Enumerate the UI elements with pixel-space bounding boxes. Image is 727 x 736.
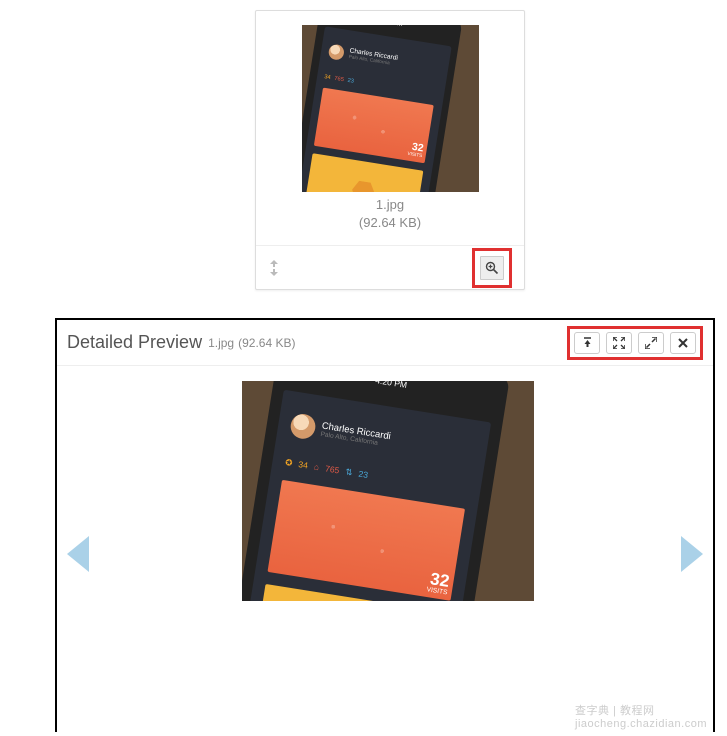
preview-header: Detailed Preview 1.jpg (92.64 KB) — [57, 320, 713, 366]
badge-icon-1: ✪ — [284, 457, 295, 469]
phone-screen: Charles Riccardi Palo Alto, California 3… — [302, 26, 451, 192]
preview-filesize: (92.64 KB) — [238, 336, 295, 350]
zoom-button[interactable] — [480, 256, 504, 280]
badge-2: 765 — [324, 464, 340, 477]
preview-title: Detailed Preview — [67, 332, 202, 353]
thumbnail-footer — [256, 245, 524, 289]
avatar — [289, 413, 317, 441]
preview-toolbar-highlight — [567, 326, 703, 360]
visits-label: VISITS — [406, 152, 422, 159]
phone-time: 4:20 PM — [377, 25, 403, 27]
phone-map-banner: 32 VISITS — [268, 480, 465, 600]
badge-icon-3: ⇅ — [342, 467, 355, 479]
watermark-line1: 查字典 | 教程网 — [575, 702, 707, 718]
badge-icon-2: ⌂ — [311, 462, 322, 474]
thumbnail-caption: 1.jpg (92.64 KB) — [256, 196, 524, 232]
fullscreen-icon — [613, 337, 625, 349]
watermark: 查字典 | 教程网 jiaocheng.chazidian.com — [575, 702, 707, 730]
phone-screen: Charles Riccardi Palo Alto, California ✪… — [242, 390, 491, 601]
badge-3: 23 — [358, 469, 369, 481]
visits-count: 32 — [427, 570, 450, 590]
zoom-button-highlight — [472, 248, 512, 288]
badge-1: 34 — [323, 74, 330, 81]
phone-map-banner: 32 VISITS — [313, 87, 434, 163]
prev-arrow[interactable] — [67, 536, 89, 572]
thumbnail-image-wrap: 4:20 PM Charles Riccardi Palo Alto, Cali… — [256, 11, 524, 196]
thumbnail-card: 4:20 PM Charles Riccardi Palo Alto, Cali… — [255, 10, 525, 290]
phone-mock-large: 4:20 PM Charles Riccardi Palo Alto, Cali… — [242, 381, 510, 601]
close-icon — [678, 338, 688, 348]
avatar — [327, 43, 344, 60]
badge-3: 23 — [347, 78, 354, 85]
preview-body: 4:20 PM Charles Riccardi Palo Alto, Cali… — [57, 366, 713, 732]
phone-mock-small: 4:20 PM Charles Riccardi Palo Alto, Cali… — [302, 25, 463, 192]
phone-time: 4:20 PM — [375, 381, 408, 390]
hex-icon — [350, 180, 376, 192]
preview-panel: Detailed Preview 1.jpg (92.64 KB) — [55, 318, 715, 732]
borderless-button[interactable] — [638, 332, 664, 354]
thumbnail-filesize: (92.64 KB) — [256, 214, 524, 232]
thumbnail-image[interactable]: 4:20 PM Charles Riccardi Palo Alto, Cali… — [302, 25, 479, 192]
close-button[interactable] — [670, 332, 696, 354]
preview-filename: 1.jpg — [208, 336, 234, 350]
preview-image[interactable]: 4:20 PM Charles Riccardi Palo Alto, Cali… — [242, 381, 534, 601]
badge-1: 34 — [298, 460, 309, 472]
toggle-header-icon — [583, 337, 592, 349]
next-arrow[interactable] — [681, 536, 703, 572]
badge-2: 765 — [333, 76, 343, 83]
fullscreen-button[interactable] — [606, 332, 632, 354]
toggle-header-button[interactable] — [574, 332, 600, 354]
thumbnail-filename: 1.jpg — [256, 196, 524, 214]
expand-diagonal-icon — [645, 337, 657, 349]
drag-handle-icon[interactable] — [268, 260, 280, 276]
visits-label: VISITS — [426, 586, 448, 596]
zoom-in-icon — [485, 261, 499, 275]
watermark-line2: jiaocheng.chazidian.com — [575, 718, 707, 730]
